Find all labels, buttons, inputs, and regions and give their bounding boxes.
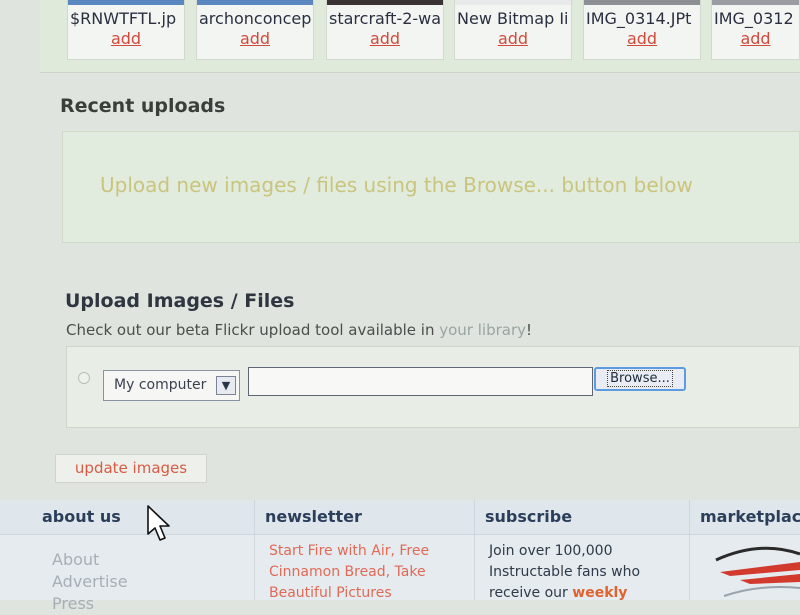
library-thumbnail[interactable]: $RNWTFTL.jp add [67,0,185,60]
newsletter-teaser[interactable]: Start Fire with Air, Free Cinnamon Bread… [269,543,429,601]
library-thumbnail[interactable]: starcraft-2-wa add [326,0,444,60]
upload-source-select[interactable]: My computer ▼ [103,370,240,401]
browse-button[interactable]: Browse... [594,367,686,391]
library-thumbnail[interactable]: IMG_0314.JPt add [583,0,701,60]
footer-newsletter-heading: newsletter [255,500,474,535]
footer-subscribe-column: subscribe Join over 100,000 Instructable… [475,500,690,601]
thumbnail-image [197,0,313,5]
site-footer: about us About Advertise Press newslette… [0,500,800,613]
library-panel: $RNWTFTL.jp add archonconcep add starcra… [40,0,800,73]
thumbnail-image [68,0,184,5]
thumbnail-filename: IMG_0312 [714,9,794,28]
add-link[interactable]: add [455,29,571,48]
add-link[interactable]: add [327,29,443,48]
footer-link-about[interactable]: About [36,549,254,571]
your-library-link[interactable]: your library [439,321,526,339]
thumbnail-image [327,0,443,5]
library-thumbnail[interactable]: New Bitmap Ii add [454,0,572,60]
file-path-input[interactable] [248,367,593,396]
upload-subtitle: Check out our beta Flickr upload tool av… [66,321,532,339]
footer-marketplace-column: marketplace [690,500,800,600]
library-thumbnail[interactable]: archonconcep add [196,0,314,60]
source-radio[interactable] [78,372,90,384]
thumbnail-image [584,0,700,5]
marketplace-logo[interactable] [710,544,800,600]
footer-about-links: About Advertise Press [0,535,254,615]
upload-subtitle-text: Check out our beta Flickr upload tool av… [66,321,440,339]
update-images-button[interactable]: update images [55,454,207,483]
mouse-cursor-icon [147,505,170,541]
recent-uploads-heading: Recent uploads [60,95,226,117]
recent-uploads-hint: Upload new images / files using the Brow… [100,173,693,197]
add-link[interactable]: add [68,29,184,48]
footer-marketplace-heading: marketplace [690,500,800,535]
footer-newsletter-column: newsletter Start Fire with Air, Free Cin… [255,500,475,601]
upload-subtitle-end: ! [526,321,533,339]
footer-subscribe-heading: subscribe [475,500,689,535]
footer-link-press[interactable]: Press [36,593,254,615]
footer-subscribe-body: Join over 100,000 Instructable fans who … [475,535,689,604]
browse-button-label: Browse... [607,370,673,387]
add-link[interactable]: add [584,29,700,48]
chevron-down-icon[interactable]: ▼ [216,376,236,395]
upload-source-value: My computer [114,377,207,393]
thumbnail-filename: IMG_0314.JPt [586,9,692,28]
library-thumbnail[interactable]: IMG_0312 add [711,0,800,60]
add-link[interactable]: add [197,29,313,48]
thumbnail-image [712,0,799,5]
footer-about-column: about us About Advertise Press [0,500,255,613]
thumbnail-filename: starcraft-2-wa [329,9,442,28]
upload-heading: Upload Images / Files [65,290,295,312]
footer-link-advertise[interactable]: Advertise [36,571,254,593]
thumbnail-filename: New Bitmap Ii [457,9,569,28]
thumbnail-filename: archonconcep [199,9,312,28]
thumbnail-image [455,0,571,5]
footer-about-heading: about us [0,500,254,535]
footer-newsletter-body: Start Fire with Air, Free Cinnamon Bread… [255,535,474,604]
subscribe-weekly-link[interactable]: weekly [572,585,627,601]
add-link[interactable]: add [712,29,799,48]
thumbnail-filename: $RNWTFTL.jp [70,9,177,28]
